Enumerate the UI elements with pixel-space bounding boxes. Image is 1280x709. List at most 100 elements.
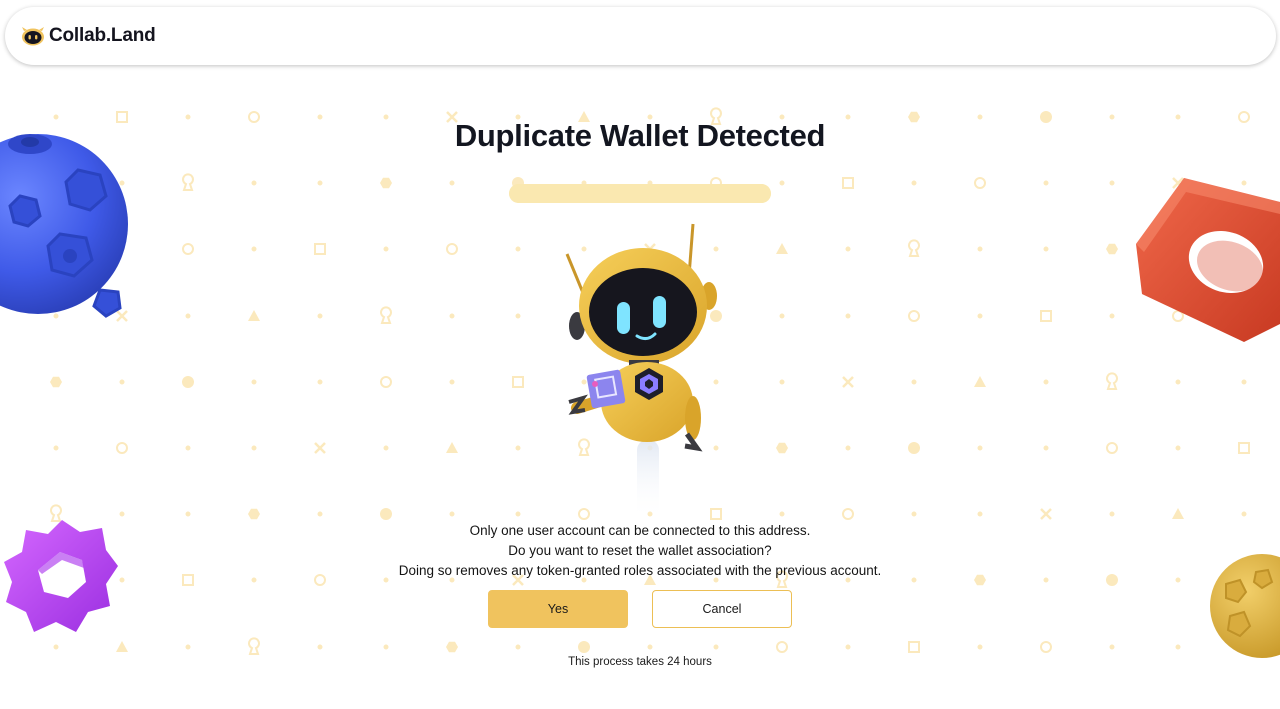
pattern-shape: [911, 511, 917, 517]
robot-head-icon[interactable]: [21, 26, 45, 46]
pattern-shape: [578, 641, 590, 653]
pattern-shape: [1241, 511, 1247, 517]
pattern-shape: [317, 379, 323, 385]
pattern-shape: [1040, 508, 1052, 520]
pattern-shape: [314, 442, 326, 454]
pattern-shape: [383, 644, 389, 650]
pattern-shape: [1175, 379, 1181, 385]
pattern-shape: [977, 445, 983, 451]
pattern-shape: [1175, 445, 1181, 451]
pattern-shape: [1241, 379, 1247, 385]
pattern-shape: [182, 243, 194, 255]
pattern-shape: [185, 445, 191, 451]
pattern-shape: [1043, 246, 1049, 252]
cancel-button[interactable]: Cancel: [652, 590, 792, 628]
pattern-shape: [185, 313, 191, 319]
pattern-shape: [446, 442, 458, 453]
pattern-shape: [1175, 644, 1181, 650]
pattern-shape: [977, 511, 983, 517]
pattern-shape: [185, 644, 191, 650]
robot-mascot-illustration: [565, 223, 717, 520]
pattern-shape: [845, 246, 851, 252]
pattern-shape: [251, 246, 257, 252]
pattern-shape: [383, 445, 389, 451]
pattern-shape: [1043, 180, 1049, 186]
pattern-shape: [182, 376, 194, 388]
pattern-shape: [779, 511, 785, 517]
pattern-shape: [248, 508, 260, 520]
pattern-shape: [908, 442, 920, 454]
pattern-shape: [317, 644, 323, 650]
page-title: Duplicate Wallet Detected: [454, 118, 826, 153]
blue-moon-decoration: [0, 134, 128, 318]
pattern-shape: [515, 511, 521, 517]
pattern-shape: [845, 644, 851, 650]
pattern-shape: [1109, 313, 1115, 319]
pattern-shape: [776, 641, 788, 653]
pattern-shape: [977, 313, 983, 319]
pattern-shape: [449, 180, 455, 186]
pattern-shape: [248, 637, 260, 655]
pattern-shape: [908, 641, 920, 653]
pattern-shape: [776, 442, 788, 454]
red-nut-decoration: [1136, 178, 1280, 342]
pattern-shape: [182, 173, 194, 191]
pattern-shape: [1109, 511, 1115, 517]
pattern-shape: [515, 644, 521, 650]
pattern-shape: [317, 313, 323, 319]
pattern-shape: [515, 313, 521, 319]
pattern-shape: [116, 641, 128, 652]
message-line-1: Only one user account can be connected t…: [469, 523, 811, 538]
pattern-shape: [119, 379, 125, 385]
pattern-shape: [317, 180, 323, 186]
pattern-shape: [1106, 243, 1118, 255]
pattern-shape: [1040, 310, 1052, 322]
pattern-shape: [1109, 180, 1115, 186]
pattern-shape: [512, 376, 524, 388]
pattern-shape: [911, 180, 917, 186]
brand-name[interactable]: Collab.Land: [49, 25, 156, 47]
pattern-shape: [380, 306, 392, 324]
pattern-shape: [53, 644, 59, 650]
pattern-shape: [50, 376, 62, 388]
pattern-shape: [185, 511, 191, 517]
pattern-shape: [776, 243, 788, 254]
top-navbar: Collab.Land: [5, 7, 1276, 65]
pattern-shape: [908, 239, 920, 257]
pattern-shape: [779, 313, 785, 319]
pattern-shape: [1238, 442, 1250, 454]
pattern-shape: [1109, 644, 1115, 650]
pattern-shape: [251, 379, 257, 385]
pattern-shape: [116, 442, 128, 454]
pattern-shape: [1172, 508, 1184, 519]
pattern-shape: [251, 180, 257, 186]
pattern-shape: [380, 376, 392, 388]
pattern-shape: [314, 243, 326, 255]
pattern-shape: [119, 511, 125, 517]
pattern-shape: [1106, 372, 1118, 390]
process-duration-note: This process takes 24 hours: [568, 656, 712, 668]
page: Collab.Land Duplicate Wallet Detected On…: [0, 0, 1280, 709]
pattern-shape: [1043, 379, 1049, 385]
pattern-shape: [977, 246, 983, 252]
pattern-shape: [842, 376, 854, 388]
pattern-shape: [446, 243, 458, 255]
pattern-shape: [845, 313, 851, 319]
message-line-2: Do you want to reset the wallet associat…: [508, 543, 772, 558]
pattern-shape: [908, 310, 920, 322]
yes-button[interactable]: Yes: [488, 590, 628, 628]
pattern-shape: [449, 379, 455, 385]
pattern-shape: [842, 508, 854, 520]
pattern-shape: [515, 246, 521, 252]
pattern-shape: [251, 445, 257, 451]
pattern-shape: [974, 177, 986, 189]
pattern-shape: [974, 376, 986, 387]
pattern-shape: [911, 379, 917, 385]
pattern-shape: [380, 508, 392, 520]
pattern-shape: [779, 379, 785, 385]
pattern-shape: [713, 644, 719, 650]
pattern-shape: [1106, 442, 1118, 454]
pattern-shape: [317, 511, 323, 517]
pattern-shape: [842, 177, 854, 189]
pattern-shape: [647, 644, 653, 650]
